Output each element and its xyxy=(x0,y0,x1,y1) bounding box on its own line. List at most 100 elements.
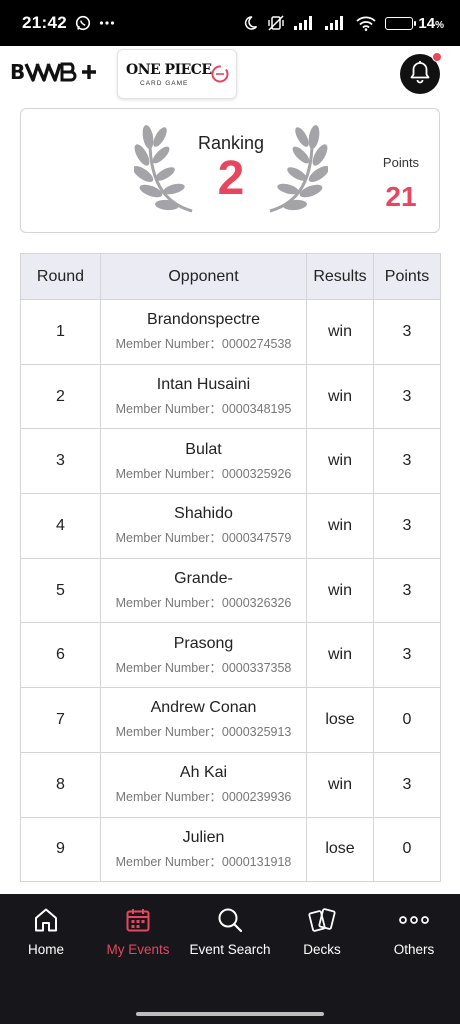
nav-label: Others xyxy=(393,942,435,957)
round-cell: 9 xyxy=(20,816,101,883)
opponent-name: Bulat xyxy=(185,440,222,458)
opponent-name: Julien xyxy=(182,828,225,846)
result-cell: win xyxy=(306,428,374,495)
result-cell: win xyxy=(306,299,374,365)
nav-label: Decks xyxy=(303,942,341,957)
table-header-row: Round Opponent Results Points xyxy=(20,253,441,300)
result-cell: lose xyxy=(306,687,374,753)
battery-icon xyxy=(385,16,417,30)
home-indicator[interactable] xyxy=(136,1012,324,1016)
nav-item-home[interactable]: Home xyxy=(0,894,92,974)
signal-icon xyxy=(294,16,316,30)
table-row: 5 Grande- Member Number：0000326326 win 3 xyxy=(20,557,441,624)
opponent-name: Brandonspectre xyxy=(147,311,260,329)
header-points: Points xyxy=(373,253,441,300)
game-title: ONE PIECE xyxy=(126,62,212,78)
opponent-name: Intan Husaini xyxy=(156,376,251,394)
notifications-button[interactable] xyxy=(400,52,442,94)
opponent-name: Shahido xyxy=(174,505,233,523)
member-number: Member Number：0000326326 xyxy=(115,596,292,611)
search-icon xyxy=(216,904,244,936)
nav-label: Home xyxy=(27,942,64,957)
status-bar: 21:42 14% xyxy=(0,0,460,46)
opponent-cell: Ah Kai Member Number：0000239936 xyxy=(100,751,307,818)
more-icon xyxy=(399,904,429,936)
game-emblem-icon xyxy=(210,64,230,89)
nav-item-my-events[interactable]: My Events xyxy=(92,894,184,974)
points-cell: 3 xyxy=(373,428,441,495)
one-piece-logo[interactable]: ONE PIECE CARD GAME xyxy=(117,49,237,99)
calendar-icon xyxy=(124,904,152,936)
points-cell: 3 xyxy=(373,299,441,365)
round-cell: 8 xyxy=(20,751,101,818)
nav-item-decks[interactable]: Decks xyxy=(276,894,368,974)
header-results: Results xyxy=(306,253,374,300)
points-cell: 0 xyxy=(373,687,441,753)
table-row: 2 Intan Husaini Member Number：0000348195 … xyxy=(20,363,441,430)
battery-indicator: 14% xyxy=(385,15,444,32)
result-cell: win xyxy=(306,557,374,624)
member-number: Member Number：0000239936 xyxy=(115,790,292,805)
opponent-cell: Andrew Conan Member Number：0000325913 xyxy=(100,687,307,753)
member-number: Member Number：0000347579 xyxy=(115,531,292,546)
opponent-cell: Shahido Member Number：0000347579 xyxy=(100,493,307,559)
points-value: 21 xyxy=(385,181,417,212)
ranking-card: Ranking 2 Points 21 xyxy=(20,108,440,233)
round-cell: 5 xyxy=(20,557,101,624)
opponent-cell: Prasong Member Number：0000337358 xyxy=(100,622,307,689)
round-cell: 4 xyxy=(20,493,101,559)
member-number: Member Number：0000325926 xyxy=(115,466,292,481)
whatsapp-icon xyxy=(75,15,91,31)
bottom-nav: Home My Events Event Search Decks Others xyxy=(0,894,460,1024)
points-cell: 3 xyxy=(373,557,441,624)
opponent-cell: Intan Husaini Member Number：0000348195 xyxy=(100,363,307,430)
member-number: Member Number：0000348195 xyxy=(115,402,292,417)
more-notifications-icon xyxy=(99,20,115,26)
member-number: Member Number：0000274538 xyxy=(115,337,292,352)
result-cell: win xyxy=(306,493,374,559)
cards-icon xyxy=(307,904,337,936)
points-cell: 3 xyxy=(373,751,441,818)
opponent-cell: Grande- Member Number：0000326326 xyxy=(100,557,307,624)
result-cell: win xyxy=(306,751,374,818)
member-number: Member Number：0000131918 xyxy=(115,854,292,869)
bell-icon xyxy=(409,60,431,89)
signal-icon xyxy=(325,16,347,30)
result-cell: win xyxy=(306,622,374,689)
nav-item-event-search[interactable]: Event Search xyxy=(184,894,276,974)
nav-item-others[interactable]: Others xyxy=(368,894,460,974)
points-cell: 3 xyxy=(373,363,441,430)
ranking-label: Ranking xyxy=(197,133,265,153)
game-subtitle: CARD GAME xyxy=(140,80,189,87)
round-cell: 7 xyxy=(20,687,101,753)
header-round: Round xyxy=(20,253,101,300)
moon-icon xyxy=(242,15,258,31)
member-number: Member Number：0000325913 xyxy=(115,725,292,740)
opponent-name: Ah Kai xyxy=(179,764,228,782)
ranking-value: 2 xyxy=(217,152,245,205)
round-cell: 1 xyxy=(20,299,101,365)
nav-label: My Events xyxy=(106,942,170,957)
nav-label: Event Search xyxy=(189,942,271,957)
round-cell: 6 xyxy=(20,622,101,689)
table-row: 1 Brandonspectre Member Number：0000274538… xyxy=(20,299,441,365)
result-cell: win xyxy=(306,363,374,430)
table-row: 3 Bulat Member Number：0000325926 win 3 xyxy=(20,428,441,495)
table-row: 7 Andrew Conan Member Number：0000325913 l… xyxy=(20,687,441,753)
header-opponent: Opponent xyxy=(100,253,307,300)
wifi-icon xyxy=(356,16,377,31)
opponent-name: Prasong xyxy=(173,634,234,652)
opponent-cell: Brandonspectre Member Number：0000274538 xyxy=(100,299,307,365)
battery-percent: 14 xyxy=(418,14,436,32)
member-number: Member Number：0000337358 xyxy=(115,660,292,675)
bandai-logo[interactable]: B xyxy=(10,60,98,90)
points-cell: 0 xyxy=(373,816,441,883)
opponent-name: Andrew Conan xyxy=(150,699,257,717)
points-cell: 3 xyxy=(373,493,441,559)
home-icon xyxy=(32,904,60,936)
result-cell: lose xyxy=(306,816,374,883)
svg-text:B: B xyxy=(10,60,24,84)
status-time: 21:42 xyxy=(22,13,67,32)
results-table: Round Opponent Results Points 1 Brandons… xyxy=(20,253,441,883)
table-row: 9 Julien Member Number：0000131918 lose 0 xyxy=(20,816,441,883)
